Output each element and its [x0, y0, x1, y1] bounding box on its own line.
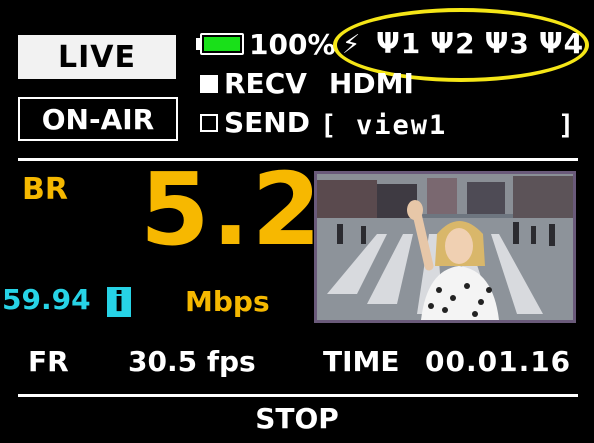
camera-lcd-screen: LIVE ON-AIR 100% ⚡ Ψ1 Ψ2 Ψ3 Ψ4 RECV HDMI…: [0, 0, 594, 443]
info-icon[interactable]: i: [107, 287, 131, 317]
stop-button[interactable]: STOP: [0, 402, 594, 435]
recv-source: HDMI: [328, 67, 414, 100]
recv-label: RECV: [224, 67, 307, 100]
send-unselected-square: [200, 113, 218, 132]
view-name: view1: [356, 110, 448, 141]
view-bracket-open: [: [320, 110, 337, 141]
time-value: 00.01.16: [425, 345, 572, 378]
time-label: TIME: [323, 345, 400, 378]
frame-rate-mode: 59.94: [2, 283, 91, 316]
bitrate-value: 5.2: [140, 151, 324, 268]
bitrate-label: BR: [22, 172, 68, 207]
recv-selected-square: [200, 74, 218, 93]
send-label: SEND: [224, 106, 310, 139]
battery-percent: 100%: [249, 28, 336, 61]
recv-mode-row[interactable]: RECV HDMI: [200, 67, 414, 100]
video-preview-thumbnail: [314, 171, 576, 323]
frame-rate-label: FR: [28, 345, 69, 378]
bitrate-unit: Mbps: [185, 285, 270, 318]
send-mode-row[interactable]: SEND: [200, 106, 310, 139]
on-air-button[interactable]: ON-AIR: [18, 97, 178, 141]
divider-bottom: [18, 394, 578, 397]
battery-icon: [200, 33, 244, 55]
view-bracket-close: ]: [558, 110, 575, 141]
battery-level-fill: [204, 37, 240, 51]
live-button[interactable]: LIVE: [18, 35, 176, 79]
preview-image: [317, 174, 573, 320]
frame-rate-value: 30.5 fps: [128, 345, 256, 378]
